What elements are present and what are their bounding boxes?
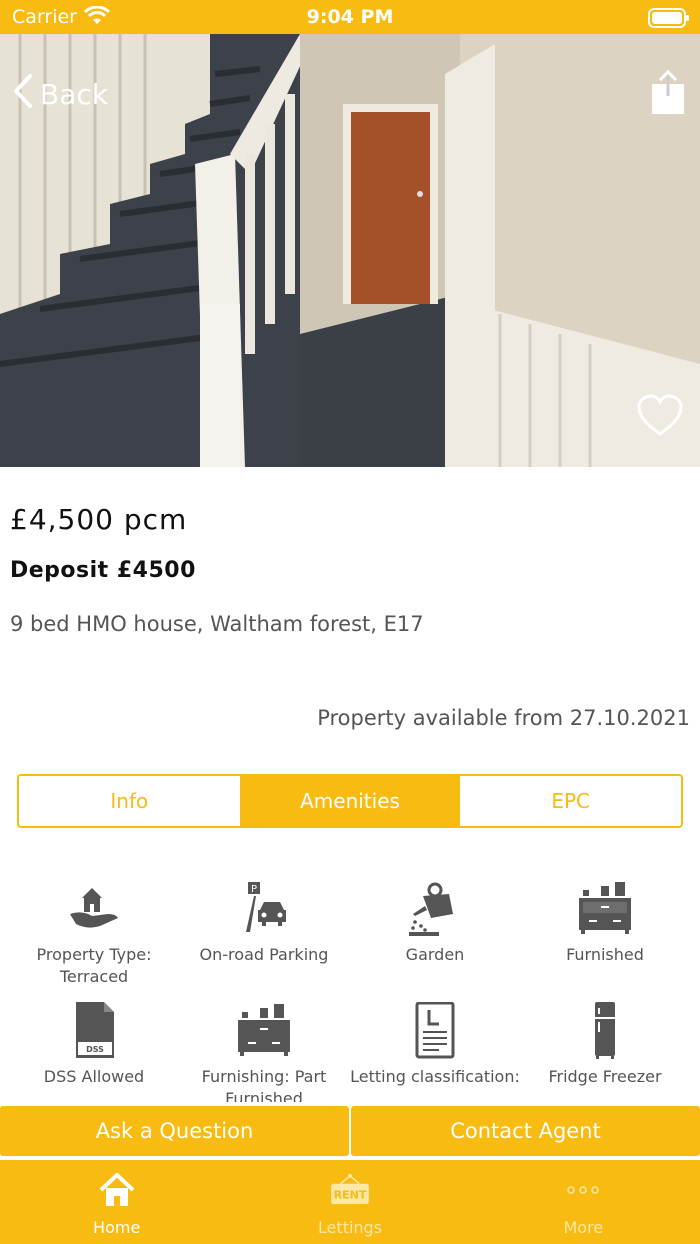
amenity-parking: P On-road Parking xyxy=(179,880,349,966)
back-label: Back xyxy=(40,77,108,111)
svg-text:DSS: DSS xyxy=(86,1045,104,1054)
tab-info[interactable]: Info xyxy=(19,776,240,826)
amenity-letting-classification: Letting classification: xyxy=(350,1002,520,1088)
tabbar-label: More xyxy=(563,1218,604,1237)
garden-icon xyxy=(409,882,453,936)
amenity-garden: Garden xyxy=(350,880,520,966)
parking-icon: P xyxy=(246,882,286,932)
back-button[interactable]: Back xyxy=(12,73,108,116)
home-icon xyxy=(95,1168,139,1212)
property-photo[interactable]: Back xyxy=(0,34,700,467)
amenity-label: Letting classification: xyxy=(350,1067,520,1086)
property-summary: 9 bed HMO house, Waltham forest, E17 xyxy=(10,612,424,636)
amenity-furnishing: Furnishing: Part Furnished xyxy=(179,1002,349,1102)
fridge-icon xyxy=(595,1002,615,1059)
letting-document-icon xyxy=(415,1002,455,1059)
property-type-icon xyxy=(70,888,118,928)
tab-epc[interactable]: EPC xyxy=(460,776,681,826)
heart-icon xyxy=(637,394,683,436)
contact-agent-button[interactable]: Contact Agent xyxy=(351,1106,700,1156)
battery-icon xyxy=(648,8,690,32)
tabbar-lettings[interactable]: RENT Lettings xyxy=(233,1160,466,1244)
amenity-label: Furnished xyxy=(566,945,644,964)
amenity-property-type: Property Type: Terraced xyxy=(9,880,179,988)
tabbar-home[interactable]: Home xyxy=(0,1160,233,1244)
availability-date: Property available from 27.10.2021 xyxy=(317,706,690,730)
amenity-label: DSS Allowed xyxy=(43,1067,145,1086)
tab-amenities[interactable]: Amenities xyxy=(239,776,461,826)
ask-question-button[interactable]: Ask a Question xyxy=(0,1106,349,1156)
amenity-label: Garden xyxy=(405,945,465,964)
share-icon xyxy=(652,69,684,114)
price: £4,500 pcm xyxy=(10,503,188,536)
share-button[interactable] xyxy=(650,69,686,116)
status-bar: Carrier 9:04 PM xyxy=(0,0,700,34)
amenity-fridge: Fridge Freezer xyxy=(520,1002,690,1088)
amenity-label: Fridge Freezer xyxy=(548,1067,662,1086)
furniture-icon xyxy=(579,882,631,934)
detail-tabs: Info Amenities EPC xyxy=(17,774,683,828)
favorite-button[interactable] xyxy=(636,394,684,438)
amenities-grid: Property Type: Terraced P On-road Parkin… xyxy=(0,870,700,1102)
chevron-left-icon xyxy=(12,73,34,116)
amenity-label: Furnishing: Part Furnished xyxy=(201,1067,327,1102)
amenity-furnished: Furnished xyxy=(520,880,690,966)
bottom-tab-bar: Home RENT Lettings More xyxy=(0,1160,700,1244)
tabbar-more[interactable]: More xyxy=(467,1160,700,1244)
rent-sign-text: RENT xyxy=(334,1189,367,1202)
tabbar-label: Lettings xyxy=(317,1218,383,1237)
deposit: Deposit £4500 xyxy=(10,558,196,583)
amenity-dss: DSS DSS Allowed xyxy=(9,1002,179,1088)
rent-sign-icon: RENT xyxy=(328,1168,372,1212)
more-dots-icon xyxy=(561,1168,605,1212)
amenity-label: Property Type: Terraced xyxy=(36,945,152,986)
furniture-icon xyxy=(238,1004,290,1056)
action-row: Ask a Question Contact Agent xyxy=(0,1106,700,1156)
amenity-label: On-road Parking xyxy=(199,945,329,964)
dss-document-icon: DSS xyxy=(76,1002,114,1058)
svg-text:P: P xyxy=(251,884,257,895)
tabbar-label: Home xyxy=(93,1218,141,1237)
clock: 9:04 PM xyxy=(306,6,394,28)
